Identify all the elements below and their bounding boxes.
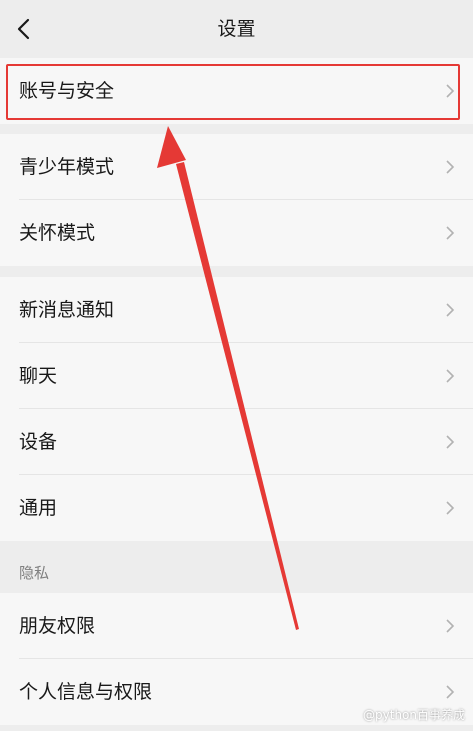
chevron-right-icon <box>446 303 455 317</box>
settings-item-friend-permissions[interactable]: 朋友权限 <box>0 593 473 659</box>
settings-item-label: 聊天 <box>19 365 58 387</box>
chevron-right-icon <box>446 369 455 383</box>
settings-item-label: 朋友权限 <box>19 615 96 637</box>
settings-item-label: 关怀模式 <box>19 222 96 244</box>
settings-item-label: 个人信息与权限 <box>19 681 153 703</box>
top-bar: 设置 <box>0 0 473 58</box>
settings-item-label: 青少年模式 <box>19 156 115 178</box>
chevron-right-icon <box>446 84 455 98</box>
chevron-right-icon <box>446 619 455 633</box>
watermark-text: @python百事养成 <box>363 708 465 722</box>
chevron-right-icon <box>446 685 455 699</box>
settings-item-general[interactable]: 通用 <box>0 475 473 541</box>
settings-item-label: 账号与安全 <box>19 80 115 102</box>
settings-group-general: 新消息通知 聊天 设备 通用 <box>0 277 473 541</box>
settings-item-chat[interactable]: 聊天 <box>0 343 473 409</box>
settings-item-notifications[interactable]: 新消息通知 <box>0 277 473 343</box>
settings-item-label: 设备 <box>19 431 58 453</box>
settings-item-label: 通用 <box>19 497 58 519</box>
section-header-privacy: 隐私 <box>0 543 473 593</box>
page-title: 设置 <box>217 18 256 40</box>
settings-item-label: 新消息通知 <box>19 299 115 321</box>
chevron-right-icon <box>446 435 455 449</box>
chevron-right-icon <box>446 160 455 174</box>
settings-item-care-mode[interactable]: 关怀模式 <box>0 200 473 266</box>
settings-item-account-security[interactable]: 账号与安全 <box>0 58 473 124</box>
settings-item-devices[interactable]: 设备 <box>0 409 473 475</box>
chevron-right-icon <box>446 501 455 515</box>
settings-group-modes: 青少年模式 关怀模式 <box>0 134 473 266</box>
settings-group-account: 账号与安全 <box>0 58 473 124</box>
settings-item-teen-mode[interactable]: 青少年模式 <box>0 134 473 200</box>
chevron-right-icon <box>446 226 455 240</box>
